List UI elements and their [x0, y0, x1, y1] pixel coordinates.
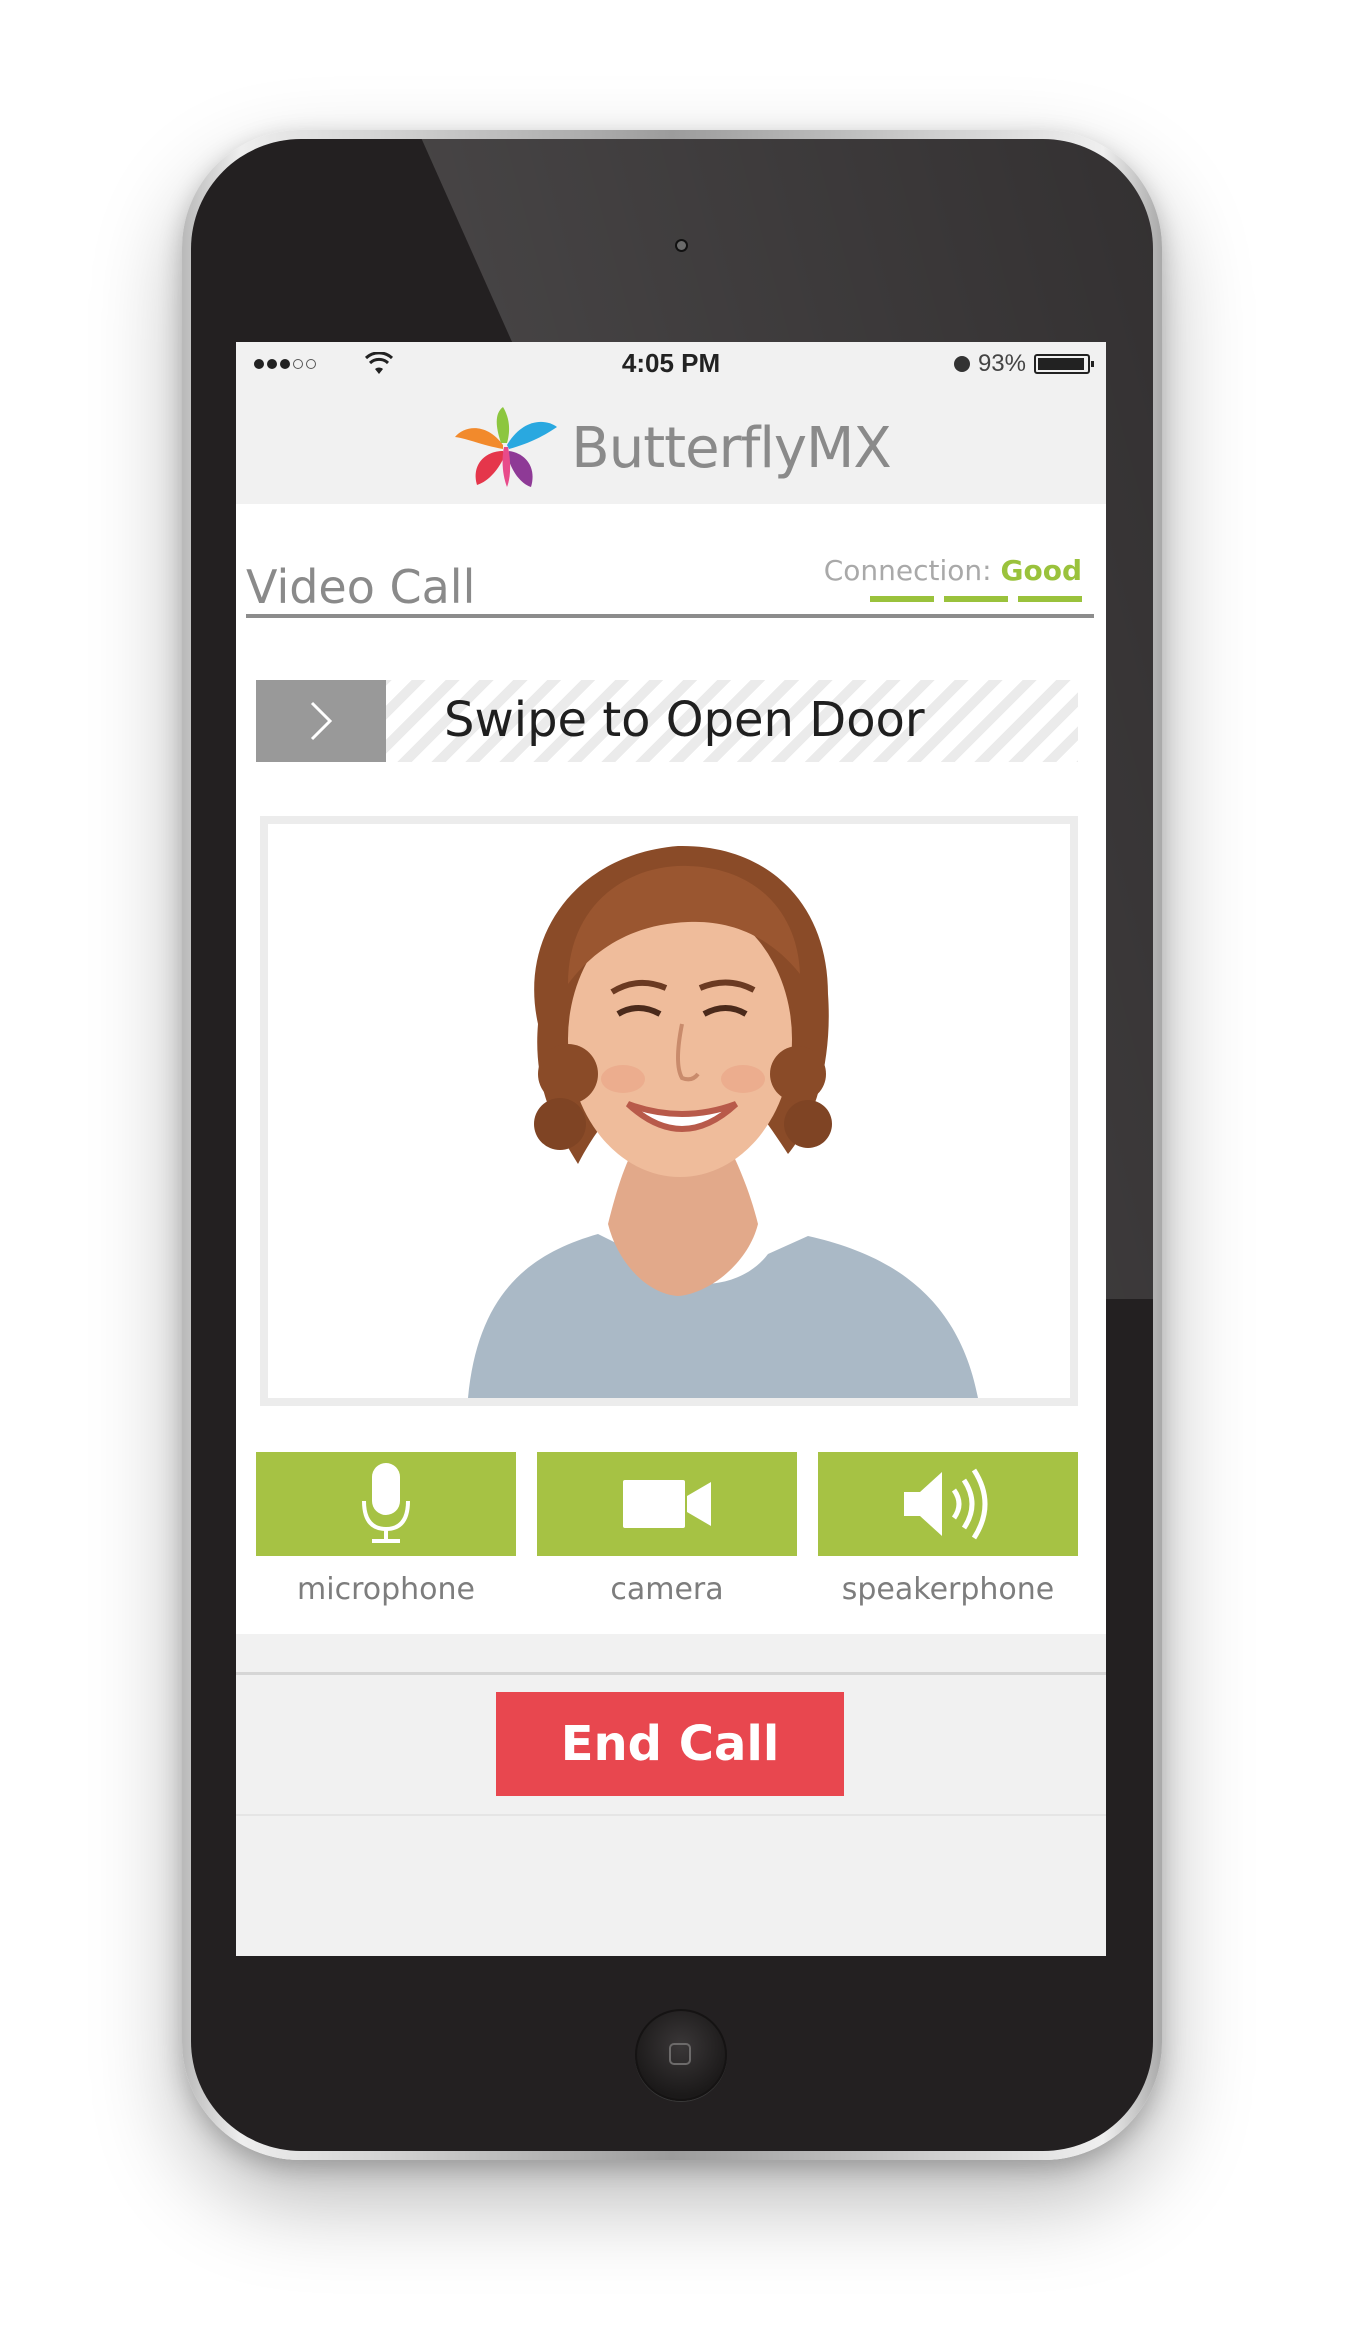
call-controls: microphone camera speakerphone	[256, 1452, 1078, 1607]
microphone-label: microphone	[297, 1572, 475, 1607]
swipe-to-open-door-slider[interactable]: Swipe to Open Door	[256, 680, 1078, 762]
connection-bar	[944, 596, 1008, 602]
front-camera	[677, 241, 686, 250]
status-bar: 4:05 PM 93%	[236, 342, 1106, 392]
title-row: Video Call Connection: Good	[246, 554, 1094, 618]
connection-bar	[870, 596, 934, 602]
connection-bar	[1018, 596, 1082, 602]
page: 4:05 PM 93% ButterflyMX Video Call Conne…	[0, 0, 1352, 2346]
rotation-lock-icon	[953, 356, 970, 372]
swipe-handle[interactable]	[256, 680, 386, 762]
phone-screen: 4:05 PM 93% ButterflyMX Video Call Conne…	[236, 342, 1106, 1956]
speaker-icon	[904, 1468, 988, 1540]
speakerphone-button[interactable]	[818, 1452, 1078, 1556]
caller-video-image	[268, 824, 1070, 1398]
connection-label: Connection:	[823, 554, 992, 587]
connection-indicator: Connection: Good	[824, 554, 1082, 587]
butterfly-logo-icon	[455, 407, 558, 487]
end-call-button[interactable]: End Call	[496, 1692, 844, 1796]
chevron-right-icon	[310, 701, 333, 741]
right-status: 93%	[953, 350, 1094, 378]
camera-button[interactable]	[537, 1452, 797, 1556]
brand-name: ButterflyMX	[571, 415, 891, 481]
battery-icon	[1034, 354, 1094, 374]
call-footer: End Call	[236, 1672, 1106, 1956]
video-feed	[260, 816, 1078, 1406]
home-button[interactable]	[635, 2009, 727, 2101]
connection-status: Good	[1000, 554, 1083, 587]
camera-label: camera	[610, 1572, 724, 1607]
microphone-icon	[362, 1463, 410, 1543]
main-content: Video Call Connection: Good Swipe to Ope…	[236, 504, 1106, 1634]
battery-percent: 93%	[977, 350, 1026, 377]
swipe-label: Swipe to Open Door	[444, 692, 925, 748]
speakerphone-label: speakerphone	[841, 1572, 1055, 1607]
video-camera-icon	[623, 1480, 711, 1528]
page-title: Video Call	[246, 560, 476, 614]
footer-divider	[236, 1814, 1106, 1816]
connection-bars	[870, 596, 1082, 602]
app-header: ButterflyMX	[236, 392, 1106, 504]
brand-logo: ButterflyMX	[451, 403, 892, 493]
home-square-icon	[669, 2043, 691, 2065]
microphone-button[interactable]	[256, 1452, 516, 1556]
footer-divider-top	[236, 1672, 1106, 1675]
